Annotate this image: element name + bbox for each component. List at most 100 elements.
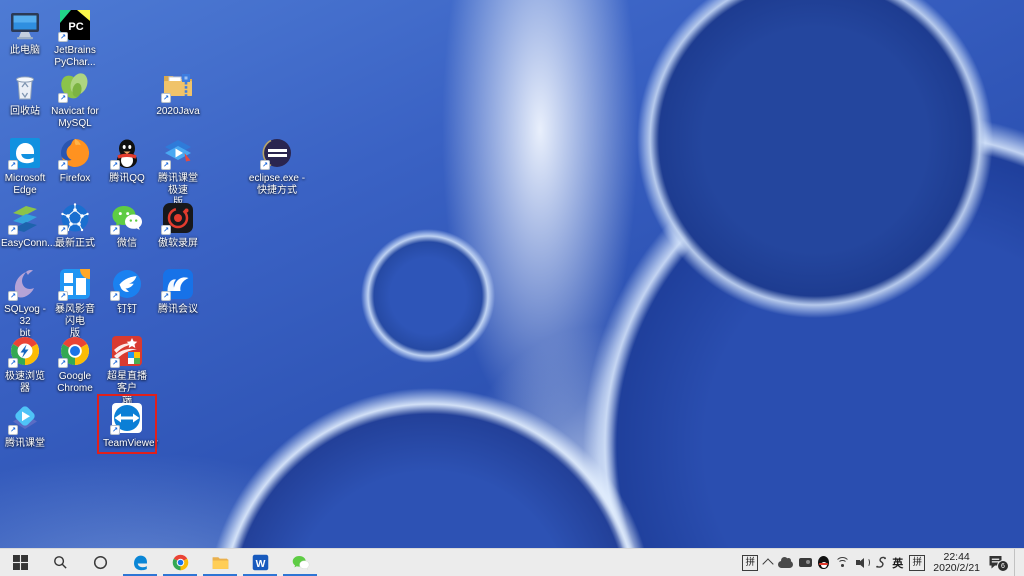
desktop-icon-eclipse-shortcut[interactable]: eclipse.exe - 快捷方式 <box>242 136 312 197</box>
folder-icon <box>211 553 230 572</box>
windows-logo-icon <box>13 555 28 570</box>
desktop-icon-label: 腾讯课堂 <box>1 438 49 450</box>
chrome-icon <box>171 553 190 572</box>
desktop-icon-label: 傲软录屏 <box>154 238 202 250</box>
show-desktop-button[interactable] <box>1014 549 1019 576</box>
taskbar-button-wechat[interactable] <box>280 549 320 576</box>
desktop-icon-label: 2020Java <box>154 106 202 118</box>
desktop-icon-chaoxing-live[interactable]: 超星直播客户 端 <box>103 334 151 407</box>
taskbar-button-chrome[interactable] <box>160 549 200 576</box>
shortcut-arrow-icon <box>161 160 171 170</box>
desktop-icon-this-pc[interactable]: 此电脑 <box>1 8 49 57</box>
desktop-icon-label: Navicat for MySQL <box>51 106 99 130</box>
action-center-icon[interactable]: 6 <box>988 555 1005 570</box>
svg-text:PC: PC <box>68 21 83 33</box>
pycharm-icon: PC <box>58 8 92 42</box>
recycle-bin-icon <box>8 69 42 103</box>
onedrive-cloud-icon[interactable] <box>778 561 793 568</box>
taskbar-button-search[interactable] <box>40 549 80 576</box>
speed-browser-icon <box>8 334 42 368</box>
desktop-icon-label: TeamViewer <box>103 438 151 450</box>
shortcut-arrow-icon <box>110 425 120 435</box>
taskbar-button-word[interactable]: W <box>240 549 280 576</box>
shortcut-arrow-icon <box>8 425 18 435</box>
unknown-tray-app-icon[interactable] <box>876 556 886 569</box>
desktop-icon-label: Microsoft Edge <box>1 173 49 197</box>
desktop-icon-label: 微信 <box>103 238 151 250</box>
apowerrec-icon <box>161 201 195 235</box>
network-ball-icon <box>58 201 92 235</box>
word-icon: W <box>251 553 270 572</box>
desktop-icon-microsoft-edge[interactable]: Microsoft Edge <box>1 136 49 197</box>
desktop-icon-google-chrome[interactable]: Google Chrome <box>51 334 99 395</box>
shortcut-arrow-icon <box>161 225 171 235</box>
easyconnect-icon <box>8 201 42 235</box>
shortcut-arrow-icon <box>58 291 68 301</box>
desktop-icon-2020java[interactable]: 2020Java <box>154 69 202 118</box>
desktop-icon-wechat[interactable]: 微信 <box>103 201 151 250</box>
clock[interactable]: 22:44 2020/2/21 <box>931 552 982 574</box>
ketang-speed-icon <box>161 136 195 170</box>
desktop-icon-easyconnect[interactable]: EasyConn... <box>1 201 49 250</box>
desktop-icon-apowerrec[interactable]: 傲软录屏 <box>154 201 202 250</box>
windows-desktop: 此电脑PCJetBrains PyChar... 回收站Navicat for M… <box>0 0 1024 576</box>
shortcut-arrow-icon <box>8 291 18 301</box>
qq-tray-icon[interactable] <box>818 556 829 569</box>
taskbar-button-cortana[interactable] <box>80 549 120 576</box>
desktop-icon-label: 钉钉 <box>103 304 151 316</box>
taskbar: W 拼 英 拼 22:44 2020/2/21 6 <box>0 548 1024 576</box>
desktop-icon-tencent-ketang[interactable]: 腾讯课堂 <box>1 401 49 450</box>
shortcut-arrow-icon <box>110 291 120 301</box>
zip-folder-icon <box>161 69 195 103</box>
desktop-icon-dingtalk[interactable]: 钉钉 <box>103 267 151 316</box>
desktop-icon-label: 腾讯QQ <box>103 173 151 185</box>
camera-tray-icon[interactable] <box>799 558 812 567</box>
shortcut-arrow-icon <box>161 93 171 103</box>
desktop-icon-tencent-qq[interactable]: 腾讯QQ <box>103 136 151 185</box>
desktop-icon-baofeng[interactable]: 暴风影音闪电 版 <box>51 267 99 340</box>
shortcut-arrow-icon <box>58 358 68 368</box>
firefox-icon <box>58 136 92 170</box>
desktop-icon-jetbrains-pycharm[interactable]: PCJetBrains PyChar... <box>51 8 99 69</box>
shortcut-arrow-icon <box>58 160 68 170</box>
desktop-icon-tencent-meeting[interactable]: 腾讯会议 <box>154 267 202 316</box>
wifi-icon[interactable] <box>835 557 850 569</box>
taskbar-button-start[interactable] <box>0 549 40 576</box>
tencent-meeting-icon <box>161 267 195 301</box>
taskbar-button-edge[interactable] <box>120 549 160 576</box>
ime-badge-left[interactable]: 拼 <box>742 555 758 571</box>
language-indicator[interactable]: 英 <box>892 555 903 571</box>
desktop-icon-label: 腾讯会议 <box>154 304 202 316</box>
shortcut-arrow-icon <box>8 160 18 170</box>
shortcut-arrow-icon <box>8 225 18 235</box>
desktop-icon-zuixin-zhengshi[interactable]: 最新正式 <box>51 201 99 250</box>
shortcut-arrow-icon <box>161 291 171 301</box>
ketang-icon <box>8 401 42 435</box>
desktop-icon-ketang-speed[interactable]: 腾讯课堂极速 版 <box>154 136 202 209</box>
desktop-icon-label: 最新正式 <box>51 238 99 250</box>
clock-date: 2020/2/21 <box>933 563 980 574</box>
speaker-icon[interactable] <box>856 557 870 569</box>
shortcut-arrow-icon <box>110 358 120 368</box>
wechat-small-icon <box>291 553 310 572</box>
desktop-icon-label: 回收站 <box>1 106 49 118</box>
ime-badge-right[interactable]: 拼 <box>909 555 925 571</box>
sqlyog-dolphin-icon <box>8 267 42 301</box>
desktop-icon-sqlyog[interactable]: SQLyog - 32 bit <box>1 267 49 340</box>
shortcut-arrow-icon <box>58 93 68 103</box>
desktop-icon-recycle-bin[interactable]: 回收站 <box>1 69 49 118</box>
desktop-icon-teamviewer[interactable]: TeamViewer <box>103 401 151 450</box>
shortcut-arrow-icon <box>260 160 270 170</box>
desktop-icon-speed-browser[interactable]: 极速浏览器 <box>1 334 49 395</box>
taskbar-button-file-explorer[interactable] <box>200 549 240 576</box>
shortcut-arrow-icon <box>110 160 120 170</box>
shortcut-arrow-icon <box>110 225 120 235</box>
svg-text:W: W <box>255 559 265 570</box>
qq-penguin-icon <box>110 136 144 170</box>
wechat-icon <box>110 201 144 235</box>
hidden-icons-chevron-icon[interactable] <box>763 558 774 569</box>
desktop-icon-label: Google Chrome <box>51 371 99 395</box>
desktop-icon-firefox[interactable]: Firefox <box>51 136 99 185</box>
desktop-icon-navicat-mysql[interactable]: Navicat for MySQL <box>51 69 99 130</box>
clock-time: 22:44 <box>933 552 980 563</box>
